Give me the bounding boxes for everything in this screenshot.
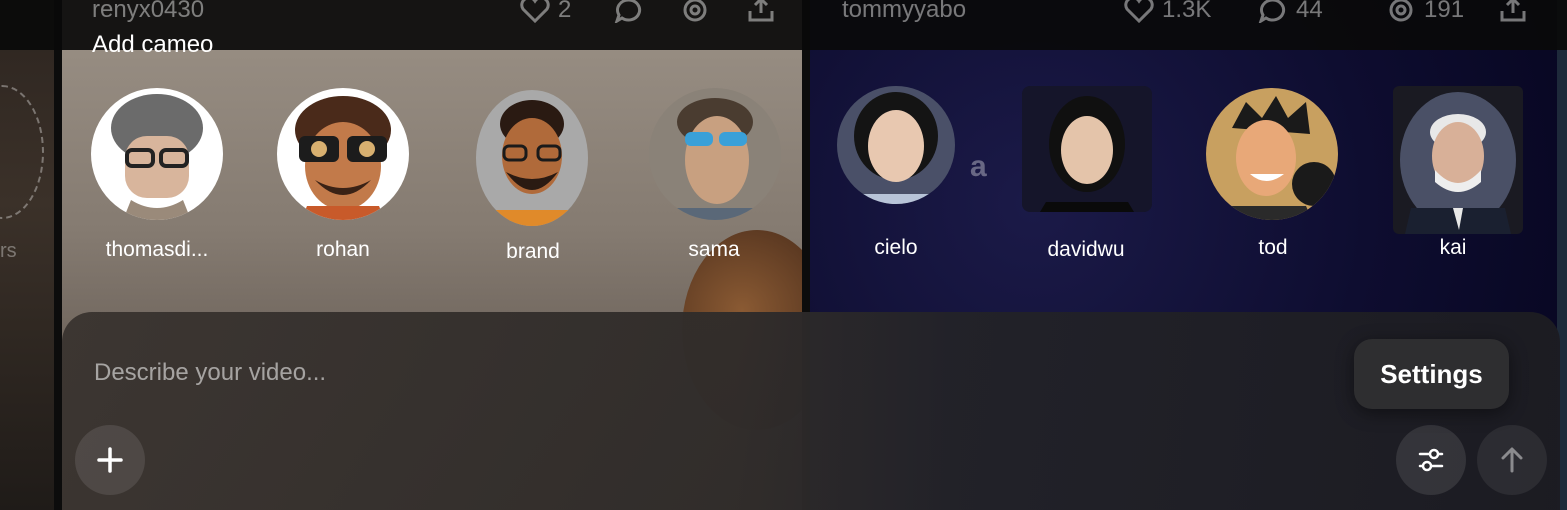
add-cameo-label: Add cameo — [92, 31, 214, 58]
cameo-name: tod — [1258, 236, 1288, 259]
heart-icon — [520, 0, 550, 23]
feed-username[interactable]: tommyyabo — [842, 0, 966, 24]
like-stat[interactable]: 1.3K — [1124, 0, 1211, 24]
avatar — [1393, 86, 1523, 234]
share-stat[interactable] — [746, 0, 776, 23]
avatar — [649, 88, 781, 220]
cameo-name: thomasdi... — [105, 238, 209, 261]
add-button[interactable] — [75, 425, 145, 495]
like-stat[interactable]: 2 — [520, 0, 571, 24]
comment-stat[interactable] — [614, 0, 644, 23]
avatar — [277, 88, 409, 220]
share-stat[interactable] — [1498, 0, 1528, 23]
settings-button[interactable] — [1396, 425, 1466, 495]
submit-button[interactable] — [1477, 425, 1547, 495]
like-count: 2 — [558, 0, 572, 23]
feed-username[interactable]: renyx0430 — [92, 0, 204, 24]
cameo-name: davidwu — [1047, 238, 1125, 261]
settings-tooltip: Settings — [1354, 339, 1509, 409]
background-tile-letter: a — [970, 150, 987, 183]
share-icon — [1500, 0, 1526, 22]
avatar — [476, 90, 588, 226]
plus-icon — [97, 447, 123, 473]
cameo-name: cielo — [874, 236, 918, 259]
cameo-name: sama — [688, 238, 740, 261]
comment-count: 44 — [1296, 0, 1323, 23]
remix-count: 191 — [1424, 0, 1465, 23]
cameo-name: kai — [1439, 236, 1467, 259]
like-count: 1.3K — [1162, 0, 1212, 23]
dashed-ring-decoration — [0, 85, 44, 219]
sliders-icon — [1418, 448, 1444, 472]
feed-meta-row-left: renyx0430 2 — [92, 0, 792, 30]
prompt-composer — [62, 312, 1560, 510]
remix-icon — [683, 0, 707, 22]
cameo-name: rohan — [316, 238, 370, 261]
remix-icon — [1389, 0, 1413, 22]
comment-stat[interactable]: 44 — [1258, 0, 1323, 24]
avatar — [1206, 88, 1338, 220]
feed-meta-strip: renyx0430 2 tommyyabo 1.3K 44 191 — [0, 0, 1567, 50]
heart-icon — [1124, 0, 1154, 23]
avatar — [837, 86, 955, 204]
comment-icon — [1258, 0, 1286, 23]
background-edge-text: rs — [0, 240, 17, 262]
avatar — [1022, 86, 1152, 212]
remix-stat[interactable]: 191 — [1386, 0, 1464, 24]
arrow-up-icon — [1501, 447, 1523, 473]
remix-stat[interactable] — [680, 0, 710, 23]
cameo-name: brand — [506, 240, 560, 263]
comment-icon — [614, 0, 642, 23]
avatar — [91, 88, 223, 220]
prompt-input[interactable] — [92, 352, 996, 394]
background-video-tile-left-edge: rs — [0, 0, 54, 510]
share-icon — [748, 0, 774, 22]
feed-meta-row-right: tommyyabo 1.3K 44 191 — [842, 0, 1542, 30]
